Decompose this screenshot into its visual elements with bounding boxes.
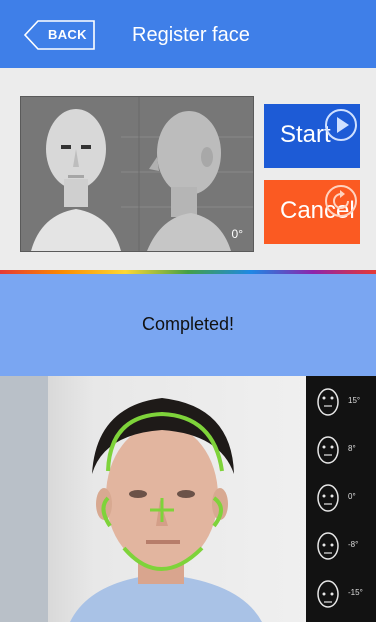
register-panel: 0° Start Cancel (0, 68, 376, 274)
head-slight-up-icon (317, 436, 339, 464)
status-message: Completed! (141, 314, 235, 334)
angle-guide-item: 8° (306, 428, 376, 472)
play-icon (325, 109, 357, 141)
page-title: Register face (132, 24, 250, 46)
angle-label: 0° (348, 492, 356, 501)
back-button-label: BACK (48, 27, 87, 42)
angle-guide-item: 15° (306, 380, 376, 424)
head-model-view: 0° (20, 96, 254, 252)
head-front-icon (317, 484, 339, 512)
start-button[interactable]: Start (264, 104, 360, 168)
rotation-degree: 0° (231, 227, 243, 241)
angle-guide-item: -8° (306, 524, 376, 568)
head-model-illustration (21, 97, 253, 251)
cancel-button[interactable]: Cancel (264, 180, 360, 244)
head-slight-down-icon (317, 532, 339, 560)
back-button[interactable]: BACK (24, 20, 96, 50)
angle-label: 8° (348, 444, 356, 453)
angle-guide-item: 0° (306, 476, 376, 520)
angle-guide-strip: 15° 8° 0° -8° -15° (306, 376, 376, 622)
app-header: BACK Register face (0, 0, 376, 68)
head-tilt-up-icon (317, 388, 339, 416)
angle-guide-item: -15° (306, 572, 376, 616)
angle-label: -8° (348, 540, 359, 549)
status-panel: Completed! (0, 274, 376, 376)
angle-label: -15° (348, 588, 363, 597)
angle-label: 15° (348, 396, 361, 405)
head-tilt-down-icon (317, 580, 339, 608)
refresh-icon (325, 185, 357, 217)
